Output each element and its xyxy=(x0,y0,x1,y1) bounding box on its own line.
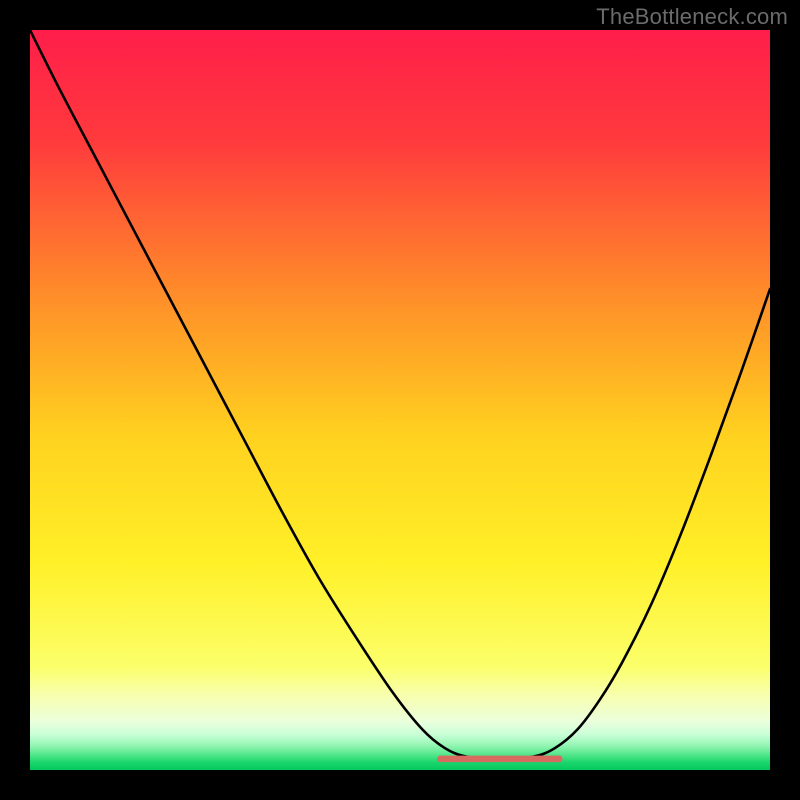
gradient-background xyxy=(30,30,770,770)
bottleneck-chart xyxy=(0,0,800,800)
chart-stage: TheBottleneck.com xyxy=(0,0,800,800)
optimal-range-end-cap xyxy=(556,756,563,763)
watermark-text: TheBottleneck.com xyxy=(596,4,788,30)
optimal-range-start-cap xyxy=(437,756,444,763)
